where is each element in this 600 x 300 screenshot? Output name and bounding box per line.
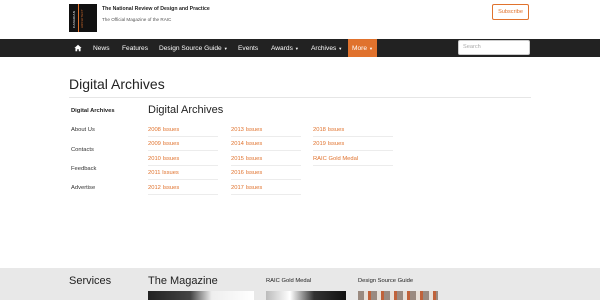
sidebar-item-feedback[interactable]: Feedback <box>71 166 96 172</box>
issue-link-2011[interactable]: 2011 Issues <box>148 170 218 180</box>
footer-magazine-heading: The Magazine <box>148 275 218 287</box>
nav-item-label: Archives <box>311 44 337 52</box>
nav-item-label: Events <box>238 44 259 52</box>
caret-down-icon: ▼ <box>338 45 343 51</box>
site-header: CANADIAN ARCHITECT The National Review o… <box>0 0 600 39</box>
raic-gold-medal-link[interactable]: RAIC Gold Medal <box>313 156 393 166</box>
site-tagline: The National Review of Design and Practi… <box>102 6 210 12</box>
nav-item-news[interactable]: News <box>93 39 110 57</box>
sidebar-item-digital-archives[interactable]: Digital Archives <box>71 108 115 114</box>
logo-line-1: CANADIAN <box>72 10 76 28</box>
home-icon[interactable] <box>74 44 82 52</box>
search-placeholder: Search <box>463 44 481 50</box>
issue-link-2008[interactable]: 2008 Issues <box>148 127 218 137</box>
issue-link-2018[interactable]: 2018 Issues <box>313 127 393 137</box>
site-logo[interactable]: CANADIAN ARCHITECT <box>69 4 97 32</box>
sidebar-item-contacts[interactable]: Contacts <box>71 147 94 153</box>
footer-services-heading: Services <box>69 275 112 287</box>
nav-item-more[interactable]: More ▼ <box>348 39 377 57</box>
caret-down-icon: ▼ <box>369 45 373 51</box>
issue-link-2014[interactable]: 2014 Issues <box>231 141 301 151</box>
caret-down-icon: ▼ <box>223 45 228 51</box>
nav-item-events[interactable]: Events <box>238 39 258 57</box>
nav-item-label: More <box>352 44 368 52</box>
logo-line-2: ARCHITECT <box>80 9 84 28</box>
search-input[interactable]: Search <box>458 40 530 55</box>
nav-item-features[interactable]: Features <box>122 39 148 57</box>
design-source-image[interactable] <box>358 291 438 300</box>
gold-medal-image[interactable] <box>266 291 346 300</box>
nav-item-archives[interactable]: Archives ▼ <box>311 39 342 57</box>
issue-link-2019[interactable]: 2019 Issues <box>313 141 393 151</box>
nav-item-label: Awards <box>271 44 293 52</box>
issue-link-2016[interactable]: 2016 Issues <box>231 170 301 180</box>
archives-heading: Digital Archives <box>148 104 224 116</box>
footer-gold-medal-heading: RAIC Gold Medal <box>266 278 312 284</box>
site-sub-tagline: The Official Magazine of the RAIC <box>102 17 172 22</box>
issue-link-2013[interactable]: 2013 Issues <box>231 127 301 137</box>
sidebar-item-advertise[interactable]: Advertise <box>71 185 95 191</box>
nav-item-label: News <box>93 44 110 52</box>
issue-link-2012[interactable]: 2012 Issues <box>148 185 218 195</box>
title-divider <box>69 97 531 98</box>
nav-item-label: Features <box>122 44 149 52</box>
nav-item-design-source-guide[interactable]: Design Source Guide ▼ <box>159 39 228 57</box>
subscribe-button[interactable]: Subscribe <box>492 4 529 20</box>
issue-link-2017[interactable]: 2017 Issues <box>231 185 301 195</box>
nav-item-label: Design Source Guide <box>159 44 222 52</box>
magazine-cover-image[interactable] <box>148 291 254 300</box>
sidebar-item-about-us[interactable]: About Us <box>71 127 95 133</box>
issue-link-2010[interactable]: 2010 Issues <box>148 156 218 166</box>
issue-link-2009[interactable]: 2009 Issues <box>148 141 218 151</box>
nav-item-awards[interactable]: Awards ▼ <box>271 39 299 57</box>
caret-down-icon: ▼ <box>294 45 299 51</box>
page-title: Digital Archives <box>69 76 165 92</box>
footer-design-source-heading: Design Source Guide <box>358 278 414 284</box>
issue-link-2015[interactable]: 2015 Issues <box>231 156 301 166</box>
